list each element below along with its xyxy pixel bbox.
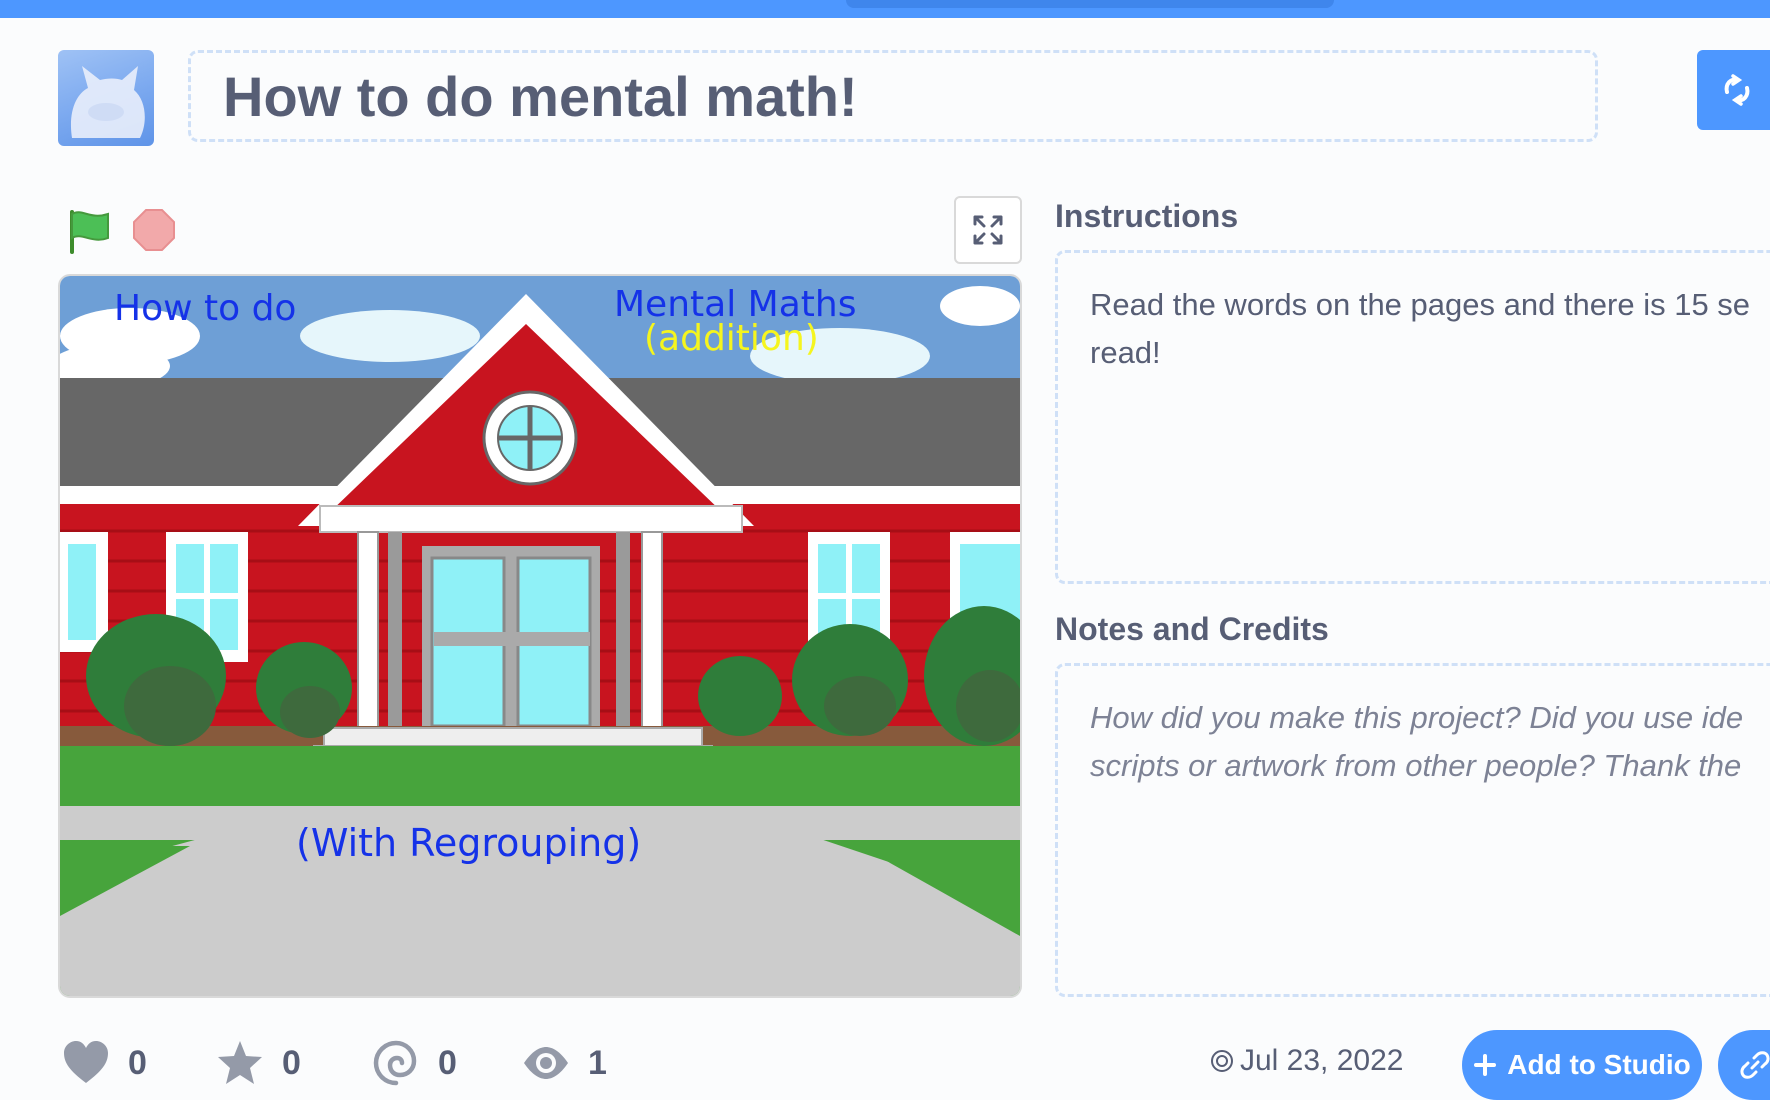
fullscreen-button[interactable] bbox=[954, 196, 1022, 264]
top-nav-bar bbox=[0, 0, 1770, 18]
notes-label: Notes and Credits bbox=[1055, 611, 1329, 647]
avatar[interactable] bbox=[58, 50, 154, 146]
instructions-line-1: Read the words on the pages and there is… bbox=[1090, 287, 1751, 322]
love-stat[interactable]: 0 bbox=[62, 1038, 147, 1088]
share-date: Jul 23, 2022 bbox=[1210, 1044, 1403, 1078]
green-flag-icon bbox=[70, 210, 109, 254]
green-flag-button[interactable] bbox=[66, 208, 114, 254]
views-count: 1 bbox=[588, 1043, 607, 1082]
favorite-count: 0 bbox=[282, 1043, 301, 1082]
fullscreen-icon bbox=[973, 215, 1003, 245]
remix-icon bbox=[1724, 74, 1750, 106]
instructions-line-2: read! bbox=[1090, 335, 1161, 370]
stage-text-with-regrouping: (With Regrouping) bbox=[296, 821, 641, 865]
favorite-stat[interactable]: 0 bbox=[216, 1038, 301, 1088]
add-to-studio-label: Add to Studio bbox=[1507, 1049, 1691, 1080]
add-to-studio-button[interactable]: Add to Studio bbox=[1462, 1030, 1702, 1100]
link-icon bbox=[1740, 1051, 1770, 1079]
remix-swirl-icon bbox=[373, 1040, 417, 1086]
copy-link-button[interactable] bbox=[1718, 1030, 1770, 1100]
scratch-cat-avatar-icon bbox=[70, 66, 145, 138]
notes-field[interactable]: How did you make this project? Did you u… bbox=[1055, 663, 1770, 997]
copyright-icon bbox=[1211, 1050, 1233, 1072]
views-stat: 1 bbox=[522, 1038, 607, 1088]
project-title-field[interactable]: How to do mental math! bbox=[188, 50, 1598, 142]
heart-icon bbox=[64, 1041, 108, 1083]
stop-icon bbox=[133, 209, 175, 251]
school-scene: How to do Mental Maths (addition) (With … bbox=[60, 276, 1020, 996]
instructions-field[interactable]: Read the words on the pages and there is… bbox=[1055, 250, 1770, 584]
eye-icon bbox=[524, 1047, 568, 1079]
notes-line-1: How did you make this project? Did you u… bbox=[1090, 700, 1744, 735]
project-stage[interactable]: How to do Mental Maths (addition) (With … bbox=[58, 274, 1022, 998]
stop-button[interactable] bbox=[132, 208, 176, 252]
instructions-label: Instructions bbox=[1055, 198, 1239, 234]
remix-button[interactable] bbox=[1697, 50, 1770, 130]
notes-line-2: scripts or artwork from other people? Th… bbox=[1090, 748, 1742, 783]
star-icon bbox=[218, 1041, 262, 1084]
stage-text-how-to-do: How to do bbox=[114, 288, 296, 329]
love-count: 0 bbox=[128, 1043, 147, 1082]
top-nav-tab[interactable] bbox=[846, 0, 1334, 8]
remix-count: 0 bbox=[438, 1043, 457, 1082]
stage-text-addition: (addition) bbox=[644, 318, 819, 359]
plus-icon bbox=[1474, 1054, 1497, 1076]
share-date-text: Jul 23, 2022 bbox=[1240, 1044, 1404, 1077]
remix-stat: 0 bbox=[372, 1038, 457, 1088]
project-title: How to do mental math! bbox=[223, 64, 858, 128]
